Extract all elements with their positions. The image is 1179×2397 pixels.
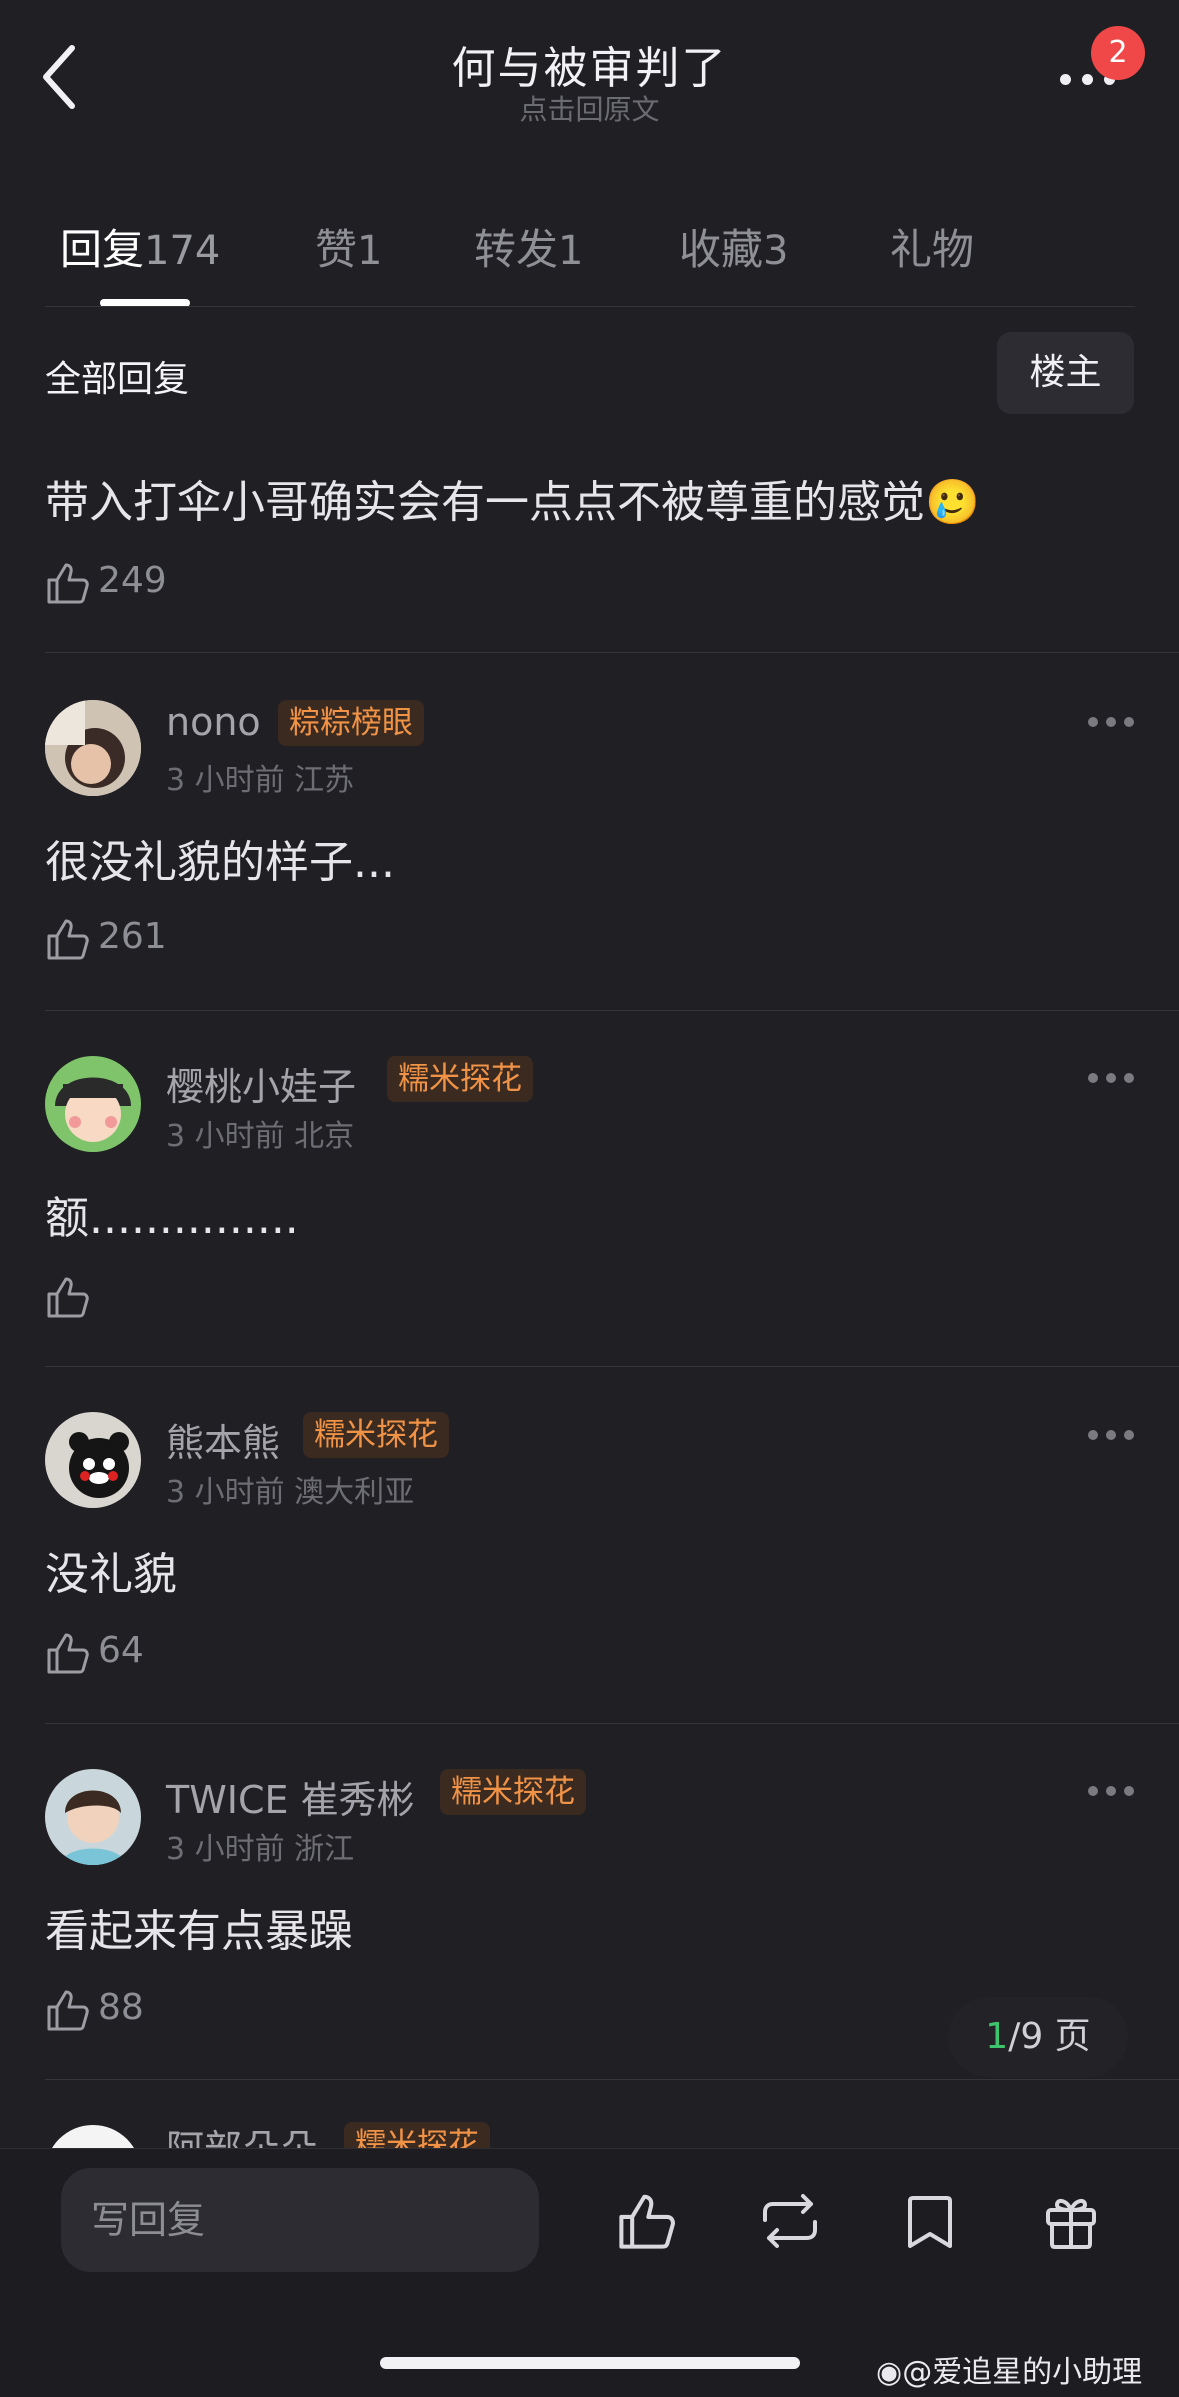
current-page: 1	[985, 2016, 1009, 2057]
repost-button[interactable]	[757, 2190, 819, 2252]
page-indicator[interactable]: 1/9 页	[948, 1997, 1128, 2077]
total-pages: /9 页	[1008, 2016, 1091, 2057]
like-post-button[interactable]	[616, 2190, 678, 2252]
watermark: ◉@爱追星的小助理	[876, 2355, 1143, 2390]
username[interactable]: 阿部朵朵	[166, 2118, 318, 2148]
avatar[interactable]	[45, 2125, 141, 2148]
gift-icon	[1046, 2198, 1096, 2249]
fan-rank-badge: 糯米探花	[344, 2122, 490, 2148]
weibo-icon: ◉	[876, 2355, 903, 2390]
list-item: 阿部朵朵 糯米探花	[0, 0, 1179, 2148]
repost-icon	[763, 2194, 817, 2248]
reply-input[interactable]: 写回复	[61, 2168, 539, 2272]
home-indicator[interactable]	[380, 2357, 800, 2369]
gift-button[interactable]	[1040, 2190, 1102, 2252]
bookmark-icon	[908, 2196, 952, 2248]
thumbs-up-icon	[619, 2194, 675, 2249]
bookmark-button[interactable]	[899, 2190, 961, 2252]
